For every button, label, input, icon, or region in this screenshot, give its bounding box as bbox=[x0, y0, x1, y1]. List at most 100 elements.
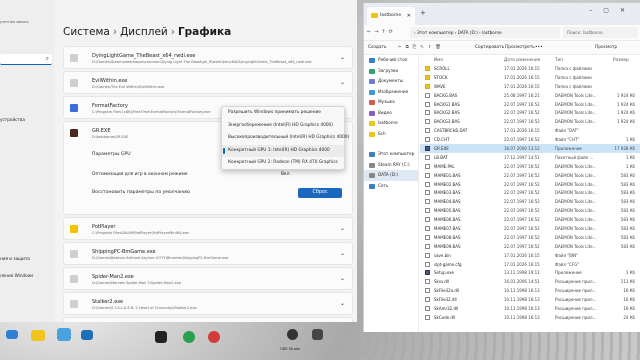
clipboard-icons[interactable]: ✂⧉⎘✎⇪🗑 bbox=[398, 41, 445, 55]
file-row[interactable]: Setup.exe 13.11.1998 19:11 Приложение 1 Кб bbox=[420, 268, 640, 277]
chevron-down-icon[interactable]: ⌄ bbox=[340, 225, 345, 232]
sidebar-nav-item[interactable] bbox=[0, 163, 54, 180]
col-name[interactable]: Имя bbox=[434, 57, 443, 62]
view-button[interactable]: Просмотреть bbox=[505, 41, 535, 55]
nav-item[interactable]: Музыка bbox=[364, 97, 418, 108]
file-row[interactable]: BACKG1.BAS 22.07.1997 16:52 DAEMON Tools L… bbox=[420, 100, 640, 109]
app-card[interactable]: EvilWithin.exe D:\Games\The Evil Within\E… bbox=[63, 71, 353, 94]
file-row[interactable]: MAME07.BAS 22.07.1997 16:52 DAEMON Tools L… bbox=[420, 224, 640, 233]
file-row[interactable]: save.bin 17.01.2026 16:15 Файл "BIN" bbox=[420, 251, 640, 260]
sidebar-nav-item[interactable] bbox=[0, 233, 54, 250]
chevron-down-icon[interactable]: ⌄ bbox=[340, 54, 345, 61]
more-button[interactable]: ••• bbox=[535, 41, 543, 55]
new-button[interactable]: Создать bbox=[368, 41, 387, 55]
file-row[interactable]: BACKG3.BAS 22.07.1997 16:52 DAEMON Tools L… bbox=[420, 117, 640, 126]
nav-item[interactable]: Изображения bbox=[364, 87, 418, 98]
sidebar-nav-item[interactable]: устройства bbox=[0, 111, 54, 128]
app-icon[interactable] bbox=[208, 331, 220, 343]
obs-icon[interactable] bbox=[287, 329, 298, 340]
nav-arrows-icon[interactable]: ←→↑⟳ bbox=[367, 29, 396, 35]
file-row[interactable]: MAME04.BAS 22.07.1997 16:52 DAEMON Tools L… bbox=[420, 197, 640, 206]
file-row[interactable]: GR.EXE 16.07.2000 13:12 Приложение 17 928 К… bbox=[420, 144, 640, 153]
sidebar-nav-item[interactable] bbox=[0, 146, 54, 163]
chevron-down-icon[interactable]: ⌄ bbox=[340, 79, 345, 86]
dropdown-option[interactable]: Конкретный GPU 2: Radeon (TM) RX 470 Gra… bbox=[222, 157, 344, 170]
sidebar-nav-item[interactable] bbox=[0, 93, 54, 110]
file-row[interactable]: CD.CHT 22.07.1997 16:52 Файл "CHT" 1 Кб bbox=[420, 135, 640, 144]
chevron-down-icon[interactable]: ⌄ bbox=[340, 275, 345, 282]
file-row[interactable]: LB.BAT 17.12.1997 14:51 Пакетный файл ... 1… bbox=[420, 153, 640, 162]
app-icon[interactable] bbox=[57, 328, 71, 341]
sidebar-nav-item[interactable] bbox=[0, 76, 54, 93]
dropdown-option[interactable]: Высокопроизводительный (Intel(R) HD Grap… bbox=[222, 132, 349, 145]
app-card[interactable]: DyingLightGame_TheBeast_x64_rwdi.exe D:\G… bbox=[63, 46, 353, 69]
file-row[interactable]: MAME.PAL 22.07.1997 16:52 DAEMON Tools Lit… bbox=[420, 162, 640, 171]
new-tab-button[interactable]: + bbox=[420, 9, 426, 17]
nav-item[interactable]: Сеть bbox=[364, 181, 418, 192]
file-row[interactable]: Sksv.dll 16.01.2006 14:51 Расширение прил.… bbox=[420, 277, 640, 286]
file-row[interactable]: MAME09.BAS 22.07.1997 16:52 DAEMON Tools L… bbox=[420, 242, 640, 251]
sidebar-nav-item[interactable] bbox=[0, 180, 54, 197]
sidebar-nav-item[interactable]: ния и защита bbox=[0, 250, 54, 267]
breadcrumb-system[interactable]: Система bbox=[63, 26, 110, 38]
sidebar-nav-item[interactable] bbox=[0, 215, 54, 232]
file-row[interactable]: SkFile32a.dll 10.11.1998 16:13 Расширение … bbox=[420, 286, 640, 295]
file-row[interactable]: MAME02.BAS 22.07.1997 16:52 DAEMON Tools L… bbox=[420, 180, 640, 189]
sort-button[interactable]: Сортировать bbox=[475, 41, 504, 55]
nav-item[interactable]: Документы bbox=[364, 76, 418, 87]
breadcrumb-display[interactable]: Дисплей bbox=[120, 26, 168, 38]
file-row[interactable]: MAME05.BAS 22.07.1997 16:52 DAEMON Tools L… bbox=[420, 206, 640, 215]
nav-item[interactable]: Рабочий стол bbox=[364, 55, 418, 66]
windowed-optimization-toggle[interactable]: Вкл. bbox=[281, 172, 291, 177]
file-row[interactable]: MAME01.BAS 22.07.1997 16:52 DAEMON Tools L… bbox=[420, 171, 640, 180]
col-size[interactable]: Размер bbox=[613, 57, 629, 62]
search-input[interactable]: Поиск: lastborne bbox=[563, 27, 638, 38]
path-field[interactable]: › Этот компьютер › DATA (D:) › lastborne bbox=[410, 27, 560, 38]
file-row[interactable]: SkCode.dll 10.11.1998 16:13 Расширение при… bbox=[420, 313, 640, 322]
file-row[interactable]: WAVE 17.01.2026 16:15 Папка с файлами bbox=[420, 82, 640, 91]
file-row[interactable]: CASTBRCHS.DAT 17.01.2026 16:15 Файл "DAT" bbox=[420, 126, 640, 135]
app-card[interactable]: ShippingPC-BmGame.exe D:\Games\Batman Ark… bbox=[63, 242, 353, 265]
app-card[interactable]: Stalker2.exe D:\Games\S.T.A.L.K.E.R. 2 He… bbox=[63, 292, 353, 315]
nav-item[interactable]: Sch bbox=[364, 129, 418, 140]
file-row[interactable]: BACKG2.BAS 22.07.1997 16:52 DAEMON Tools L… bbox=[420, 108, 640, 117]
dropdown-option[interactable]: Энергосбережение (Intel(R) HD Graphics 4… bbox=[222, 120, 344, 133]
file-row[interactable]: SkAmr32.dll 10.11.1998 16:13 Расширение пр… bbox=[420, 304, 640, 313]
dropdown-option[interactable]: Конкретный GPU 1: Intel(R) HD Graphics 4… bbox=[222, 144, 344, 157]
file-row[interactable]: SCROLL 17.01.2026 16:15 Папка с файлами bbox=[420, 64, 640, 73]
monitor-icon[interactable] bbox=[6, 330, 18, 339]
dropdown-option[interactable]: Разрешить Windows принимать решение bbox=[222, 107, 344, 120]
preview-button[interactable]: Просмотр bbox=[595, 41, 617, 55]
folder-icon[interactable] bbox=[31, 330, 45, 341]
sidebar-nav-item[interactable]: ление Windows bbox=[0, 267, 54, 284]
nav-item[interactable]: Загрузки bbox=[364, 66, 418, 77]
window-controls[interactable]: –▢✕ bbox=[589, 7, 636, 14]
nav-item[interactable]: lastborne bbox=[364, 118, 418, 129]
nav-item[interactable]: Steam RAY (C:) bbox=[364, 160, 418, 171]
gpu-preference-dropdown[interactable]: Разрешить Windows принимать решение Энерг… bbox=[221, 106, 349, 170]
explorer-tab[interactable]: lastborne ✕ bbox=[367, 7, 415, 25]
file-row[interactable]: slpt-game.cfg 17.01.2026 16:15 Файл "CFG" bbox=[420, 260, 640, 269]
file-row[interactable]: MAME08.BAS 22.07.1997 16:52 DAEMON Tools L… bbox=[420, 233, 640, 242]
reset-button[interactable]: Сброс bbox=[298, 188, 342, 198]
col-date[interactable]: Дата изменения bbox=[504, 57, 540, 62]
col-type[interactable]: Тип bbox=[555, 57, 563, 62]
nav-item[interactable]: DATA (D:) bbox=[364, 170, 418, 181]
settings-search-input[interactable]: ⌕ bbox=[0, 54, 52, 65]
profile-caption[interactable]: учетная запись bbox=[0, 20, 29, 24]
sidebar-nav-item[interactable] bbox=[0, 198, 54, 215]
chevron-down-icon[interactable]: ⌄ bbox=[340, 250, 345, 257]
app-card[interactable]: Spider-Man2.exe D:\Games\Marvels Spider-M… bbox=[63, 267, 353, 290]
nav-item[interactable]: Этот компьютер bbox=[364, 149, 418, 160]
app-icon[interactable] bbox=[183, 331, 195, 343]
chevron-down-icon[interactable]: ⌄ bbox=[340, 300, 345, 307]
file-row[interactable]: MAME06.BAS 22.07.1997 16:52 DAEMON Tools L… bbox=[420, 215, 640, 224]
app-icon[interactable] bbox=[312, 329, 323, 340]
app-card[interactable]: PotPlayer C:\Program Files\DAUM\PotPlayer… bbox=[63, 217, 353, 240]
app-icon[interactable] bbox=[155, 331, 167, 343]
file-row[interactable]: SkFile32.dll 10.11.1998 16:13 Расширение п… bbox=[420, 295, 640, 304]
nav-item[interactable]: Видео bbox=[364, 108, 418, 119]
sidebar-nav-item[interactable] bbox=[0, 128, 54, 145]
file-row[interactable]: STOCK 17.01.2026 16:15 Папка с файлами bbox=[420, 73, 640, 82]
file-row[interactable]: BACKG.BAS 25.08.1997 16:21 DAEMON Tools Li… bbox=[420, 91, 640, 100]
